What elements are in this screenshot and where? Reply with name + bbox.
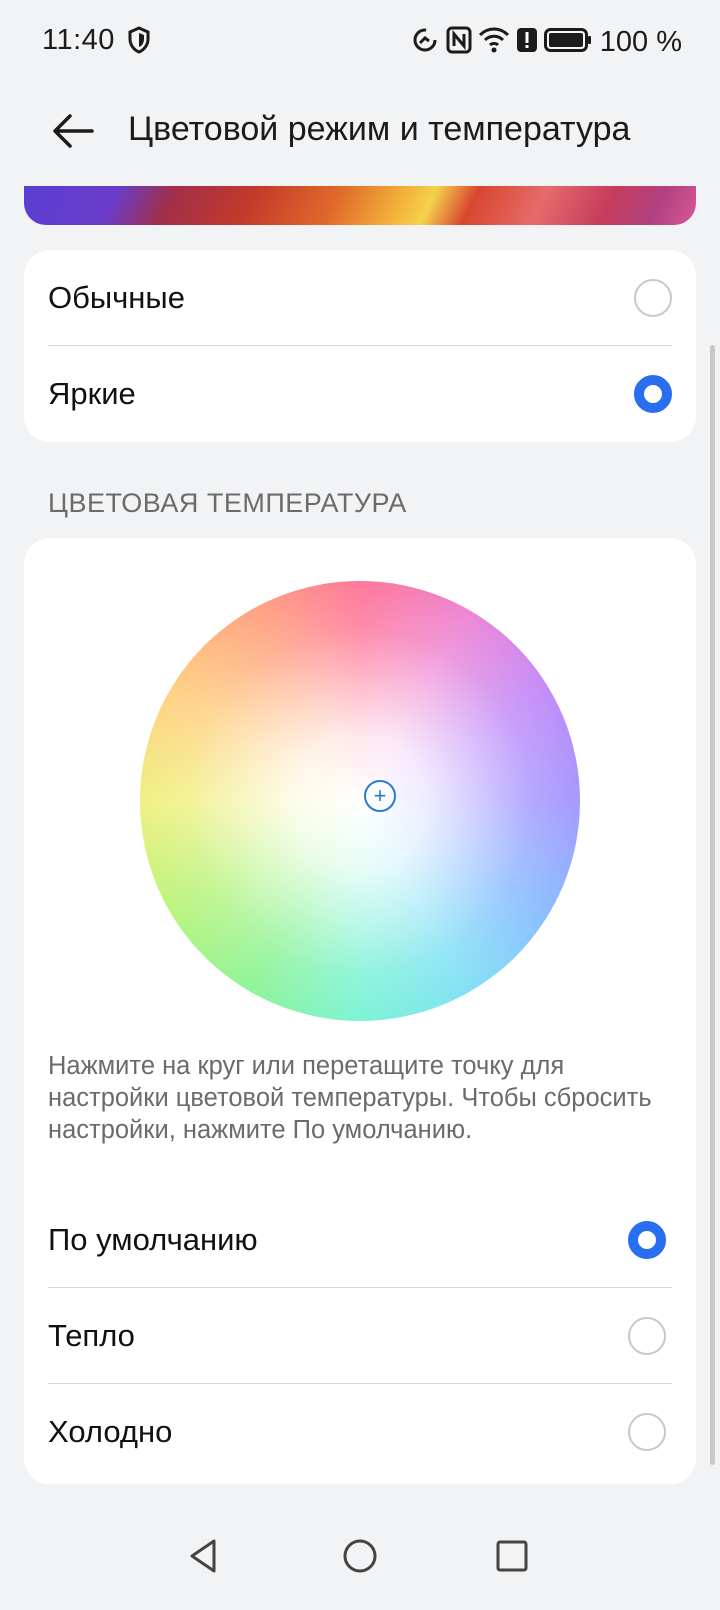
scrollbar[interactable] bbox=[710, 345, 715, 1465]
radio-button[interactable] bbox=[628, 1413, 666, 1451]
option-label: По умолчанию bbox=[48, 1222, 258, 1257]
temperature-option-warm[interactable]: Тепло bbox=[24, 1288, 696, 1384]
home-circle-icon[interactable] bbox=[340, 1536, 380, 1581]
page-title: Цветовой режим и температура bbox=[128, 110, 631, 148]
hint-text: Нажмите на круг или перетащите точку для… bbox=[48, 1052, 652, 1144]
battery-percentage: 100 % bbox=[599, 25, 682, 58]
navigation-bar bbox=[0, 1520, 720, 1610]
temperature-options: По умолчанию Тепло Холодно bbox=[24, 1192, 696, 1480]
radio-button[interactable] bbox=[628, 1221, 666, 1259]
wifi-icon bbox=[478, 26, 510, 59]
temperature-option-cold[interactable]: Холодно bbox=[24, 1384, 696, 1480]
temperature-option-default[interactable]: По умолчанию bbox=[24, 1192, 696, 1288]
back-triangle-icon[interactable] bbox=[184, 1536, 224, 1581]
recents-square-icon[interactable] bbox=[492, 1536, 532, 1581]
radio-button[interactable] bbox=[634, 279, 672, 317]
color-mode-option-vivid[interactable]: Яркие bbox=[24, 346, 696, 442]
color-mode-option-normal[interactable]: Обычные bbox=[24, 250, 696, 346]
app-header: Цветовой режим и температура bbox=[0, 86, 720, 176]
option-label: Обычные bbox=[48, 280, 185, 315]
color-wheel-handle[interactable]: + bbox=[364, 780, 396, 812]
color-temperature-card: + Нажмите на круг или перетащите точку д… bbox=[24, 538, 696, 1484]
color-wheel[interactable] bbox=[140, 581, 580, 1021]
battery-icon bbox=[543, 26, 592, 59]
back-arrow-icon[interactable] bbox=[48, 106, 98, 156]
section-title: ЦВЕТОВАЯ ТЕМПЕРАТУРА bbox=[48, 488, 407, 518]
radio-button[interactable] bbox=[634, 375, 672, 413]
data-saver-icon bbox=[410, 25, 440, 60]
status-bar: 11:40 100 % bbox=[0, 0, 720, 84]
nfc-icon bbox=[446, 26, 472, 59]
option-label: Холодно bbox=[48, 1414, 173, 1449]
shield-icon bbox=[128, 26, 150, 59]
radio-button[interactable] bbox=[628, 1317, 666, 1355]
color-mode-card: Обычные Яркие bbox=[24, 250, 696, 442]
option-label: Яркие bbox=[48, 376, 136, 411]
option-label: Тепло bbox=[48, 1318, 135, 1353]
status-time: 11:40 bbox=[42, 24, 115, 56]
status-icons: 100 % bbox=[410, 22, 682, 62]
color-preview-image bbox=[24, 186, 696, 225]
alert-icon bbox=[516, 26, 538, 59]
